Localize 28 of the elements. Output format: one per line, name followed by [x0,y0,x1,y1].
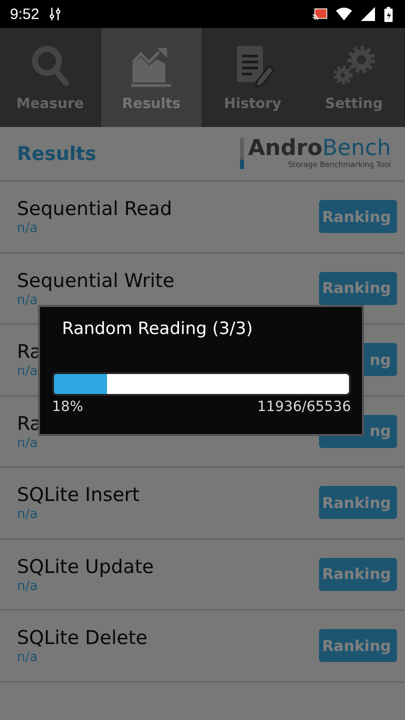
progress-count: 11936/65536 [257,399,351,415]
ranking-button[interactable]: Ranking [319,486,397,520]
battery-icon [384,6,393,22]
test-name: SQLite Delete [17,626,148,650]
page-title: Results [17,142,96,164]
ranking-button[interactable]: Ranking [319,272,397,305]
test-result: n/a [17,221,39,236]
ranking-button[interactable]: Ranking [319,558,397,591]
cast-icon [312,7,328,21]
test-result: n/a [17,436,39,451]
gears-icon [332,44,376,88]
test-result: n/a [17,507,39,522]
test-result: n/a [17,650,39,666]
test-result: n/a [17,364,39,380]
dialog-title: Random Reading (3/3) [61,319,254,339]
test-name: Sequential Read [17,197,172,222]
wifi-icon [336,7,352,21]
status-time: 9:52 [10,6,40,22]
ranking-button[interactable]: Ranking [319,629,397,662]
test-name: SQLite Update [17,554,154,579]
signal-icon [360,7,376,21]
progress-percent: 18% [52,399,84,415]
ranking-button[interactable]: Ranking [319,200,397,234]
test-name: SQLite Insert [17,483,140,508]
test-name: Sequential Write [17,268,174,293]
test-result: n/a [17,578,39,594]
tuning-icon [47,7,64,21]
test-result: n/a [17,292,39,308]
